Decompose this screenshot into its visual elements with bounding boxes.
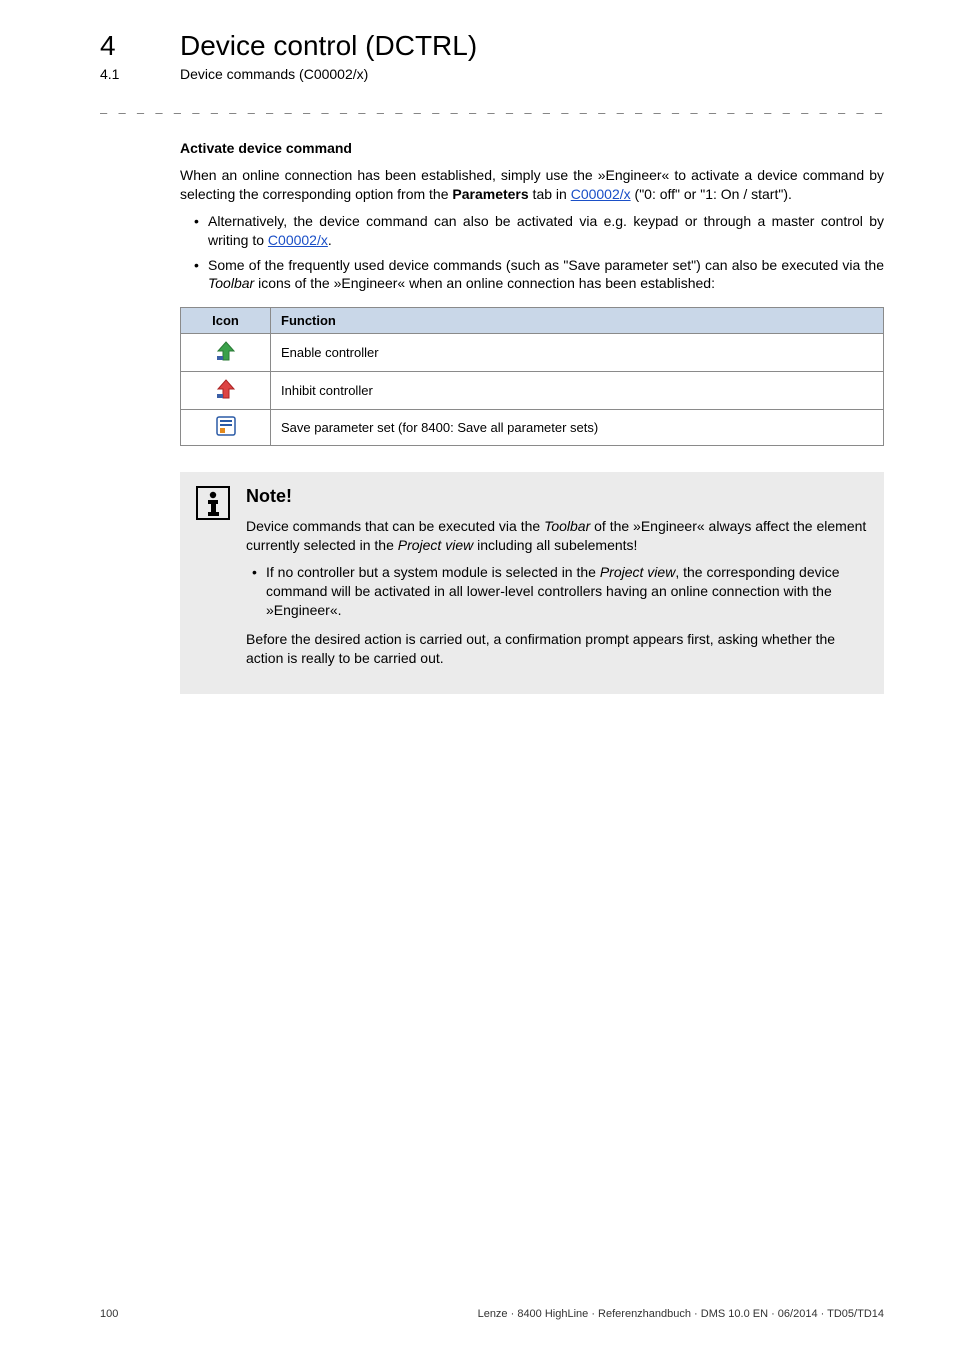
table-row: Enable controller xyxy=(181,334,884,372)
page-number: 100 xyxy=(100,1308,118,1320)
chapter-number: 4 xyxy=(100,30,180,62)
note-icon-wrapper xyxy=(196,486,236,675)
footer-meta: Lenze · 8400 HighLine · Referenzhandbuch… xyxy=(478,1308,884,1320)
note-bullet-item: If no controller but a system module is … xyxy=(252,563,868,620)
bullet-item: Some of the frequently used device comma… xyxy=(194,256,884,294)
note-paragraph: Before the desired action is carried out… xyxy=(246,630,868,668)
bullet-item: Alternatively, the device command can al… xyxy=(194,212,884,250)
enable-controller-icon xyxy=(215,340,237,365)
intro-bold-parameters: Parameters xyxy=(452,186,528,202)
section-title: Device commands (C00002/x) xyxy=(180,66,368,82)
note-bullet-italic: Project view xyxy=(600,564,675,580)
note-title: Note! xyxy=(246,486,868,507)
link-c00002x-2[interactable]: C00002/x xyxy=(268,232,328,248)
note-body: Note! Device commands that can be execut… xyxy=(236,486,868,675)
note-text-italic: Project view xyxy=(398,537,473,553)
table-cell-icon xyxy=(181,372,271,410)
note-text: including all subelements! xyxy=(473,537,637,553)
table-cell-function: Enable controller xyxy=(271,334,884,372)
info-icon xyxy=(196,507,230,524)
intro-paragraph: When an online connection has been estab… xyxy=(180,166,884,204)
note-text-italic: Toolbar xyxy=(544,518,590,534)
table-cell-function: Inhibit controller xyxy=(271,372,884,410)
note-paragraph: Device commands that can be executed via… xyxy=(246,517,868,555)
separator-dashes: _ _ _ _ _ _ _ _ _ _ _ _ _ _ _ _ _ _ _ _ … xyxy=(100,100,884,114)
note-box: Note! Device commands that can be execut… xyxy=(180,472,884,693)
note-bullet-text: If no controller but a system module is … xyxy=(266,564,600,580)
table-row: Save parameter set (for 8400: Save all p… xyxy=(181,410,884,446)
intro-text-mid: tab in xyxy=(529,186,571,202)
section-number: 4.1 xyxy=(100,66,180,82)
bullet-text-post: icons of the »Engineer« when an online c… xyxy=(254,275,715,291)
chapter-header: 4 Device control (DCTRL) xyxy=(100,30,884,62)
table-row: Inhibit controller xyxy=(181,372,884,410)
bullet-text-post: . xyxy=(328,232,332,248)
note-text: Device commands that can be executed via… xyxy=(246,518,544,534)
table-header-row: Icon Function xyxy=(181,308,884,334)
page-footer: 100 Lenze · 8400 HighLine · Referenzhand… xyxy=(100,1308,884,1320)
bullet-text-italic: Toolbar xyxy=(208,275,254,291)
table-cell-icon xyxy=(181,334,271,372)
chapter-title: Device control (DCTRL) xyxy=(180,30,477,62)
icon-function-table: Icon Function Enable controller xyxy=(180,307,884,446)
intro-text-post: ("0: off" or "1: On / start"). xyxy=(631,186,792,202)
bullet-text-pre: Some of the frequently used device comma… xyxy=(208,257,884,273)
save-parameter-icon xyxy=(216,416,236,439)
note-bullet-list: If no controller but a system module is … xyxy=(252,563,868,620)
table-header-function: Function xyxy=(271,308,884,334)
link-c00002x-1[interactable]: C00002/x xyxy=(571,186,631,202)
inhibit-controller-icon xyxy=(215,378,237,403)
section-heading: Activate device command xyxy=(180,140,884,156)
table-header-icon: Icon xyxy=(181,308,271,334)
section-header: 4.1 Device commands (C00002/x) xyxy=(100,66,884,82)
table-cell-function: Save parameter set (for 8400: Save all p… xyxy=(271,410,884,446)
bullet-list: Alternatively, the device command can al… xyxy=(194,212,884,294)
table-cell-icon xyxy=(181,410,271,446)
